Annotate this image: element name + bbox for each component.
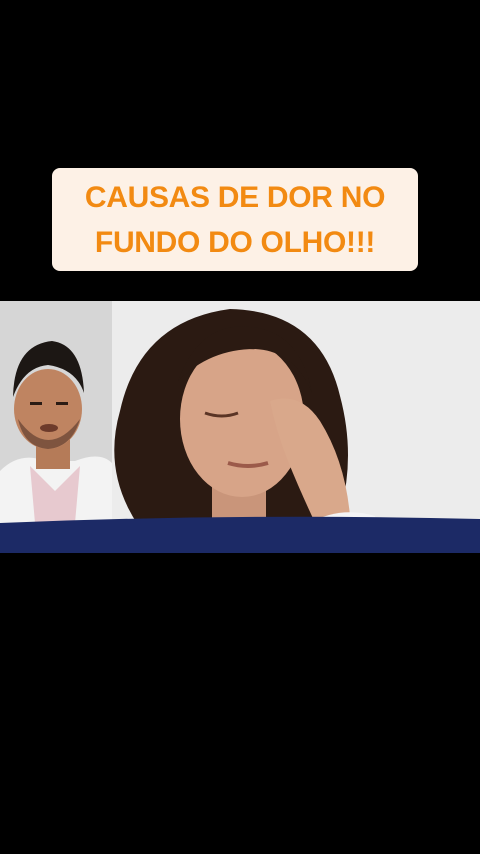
video-frame[interactable] bbox=[0, 301, 480, 553]
bottom-banner bbox=[0, 516, 480, 553]
caption-title: CAUSAS DE DOR NO FUNDO DO OLHO!!! bbox=[84, 180, 386, 259]
caption-box: CAUSAS DE DOR NO FUNDO DO OLHO!!! bbox=[52, 168, 418, 271]
video-scene bbox=[0, 301, 480, 553]
